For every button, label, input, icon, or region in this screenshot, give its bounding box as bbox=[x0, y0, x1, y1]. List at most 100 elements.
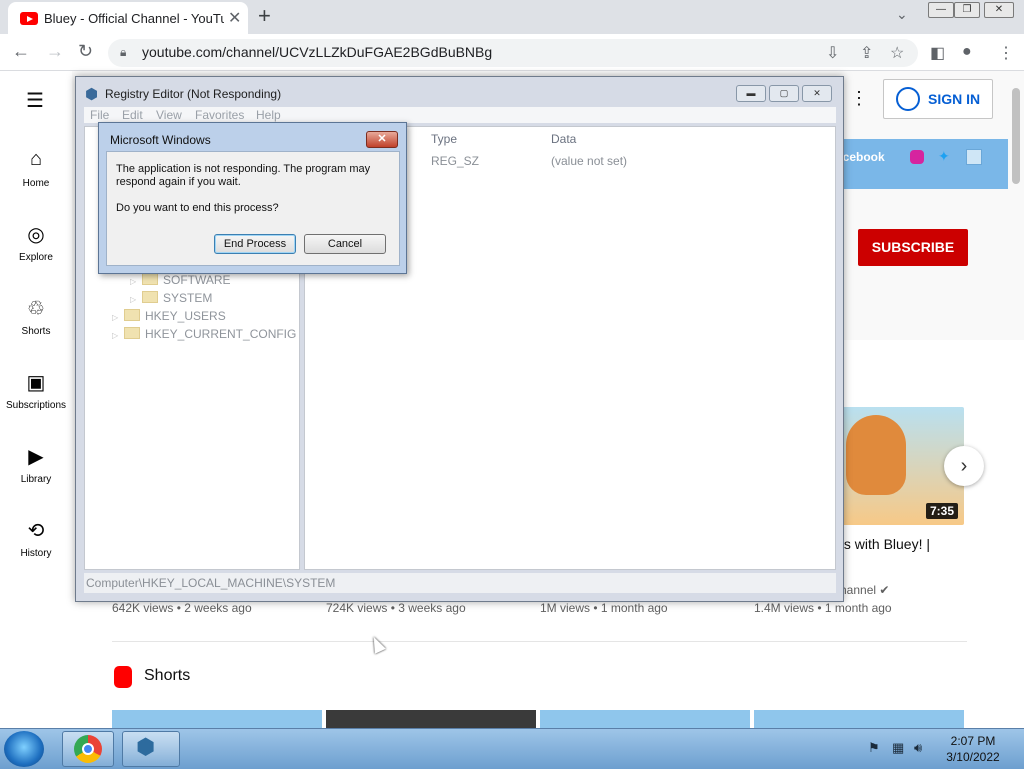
nav-home[interactable]: ⌂ Home bbox=[0, 148, 72, 189]
registry-close-button[interactable]: ✕ bbox=[802, 85, 832, 102]
nav-subscriptions[interactable]: ▣ Subscriptions bbox=[0, 370, 72, 411]
instagram-icon[interactable] bbox=[910, 150, 924, 164]
compass-icon: ◎ bbox=[27, 224, 45, 246]
value-data-cell[interactable]: (value not set) bbox=[551, 154, 627, 168]
dialog-question: Do you want to end this process? bbox=[116, 202, 279, 214]
menu-view[interactable]: View bbox=[156, 108, 182, 122]
restore-window-button[interactable]: ❐ bbox=[954, 2, 980, 18]
expand-arrow-icon[interactable]: ▷ bbox=[130, 295, 142, 304]
video-meta: 724K views • 3 weeks ago bbox=[326, 601, 466, 615]
twitter-icon[interactable]: ✦ bbox=[938, 148, 950, 165]
value-type-cell[interactable]: REG_SZ bbox=[431, 154, 479, 168]
page-scrollbar[interactable] bbox=[1012, 88, 1020, 184]
forward-arrow-icon[interactable]: → bbox=[46, 41, 64, 62]
account-icon bbox=[896, 87, 920, 111]
expand-arrow-icon[interactable]: ▷ bbox=[112, 313, 124, 322]
side-panel-icon[interactable]: ◧ bbox=[930, 43, 945, 63]
column-header-type[interactable]: Type bbox=[431, 132, 457, 146]
chrome-menu-icon[interactable]: ⋮ bbox=[998, 43, 1014, 63]
video-meta: 1.4M views • 1 month ago bbox=[754, 601, 892, 615]
tree-item-label: SOFTWARE bbox=[163, 273, 231, 287]
tree-item-hkey-users[interactable]: ▷ HKEY_USERS bbox=[112, 309, 226, 323]
tree-item-label: SYSTEM bbox=[163, 291, 213, 305]
tree-item-label: HKEY_USERS bbox=[145, 309, 226, 323]
nav-history[interactable]: ⟲ History bbox=[0, 518, 72, 559]
registry-minimize-button[interactable]: ▬ bbox=[736, 85, 766, 102]
url-text[interactable]: youtube.com/channel/UCVzLLZkDuFGAE2BGdBu… bbox=[142, 44, 492, 60]
nav-history-label: History bbox=[20, 548, 52, 559]
end-process-button[interactable]: End Process bbox=[214, 234, 296, 254]
clock-time: 2:07 PM bbox=[950, 734, 996, 748]
video-title[interactable]: ts with Bluey! | bbox=[840, 536, 930, 552]
sign-in-label: SIGN IN bbox=[928, 91, 981, 107]
tab-close-icon[interactable]: ✕ bbox=[228, 8, 241, 28]
cancel-button[interactable]: Cancel bbox=[304, 234, 386, 254]
menu-file[interactable]: File bbox=[90, 108, 109, 122]
tree-item-system[interactable]: ▷ SYSTEM bbox=[130, 291, 212, 305]
video-channel[interactable]: hannel ✔ bbox=[840, 583, 889, 597]
youtube-favicon-icon bbox=[20, 12, 38, 25]
menu-favorites[interactable]: Favorites bbox=[195, 108, 244, 122]
share-icon[interactable]: ⇪ bbox=[860, 43, 873, 63]
tree-item-label: HKEY_CURRENT_CONFIG bbox=[145, 327, 297, 341]
short-thumbnail[interactable] bbox=[112, 710, 322, 728]
nav-home-label: Home bbox=[22, 178, 50, 189]
lock-icon[interactable]: 🔒︎ bbox=[120, 45, 126, 60]
bluey-character-image bbox=[846, 415, 906, 495]
section-divider bbox=[112, 641, 967, 642]
sign-in-button[interactable]: SIGN IN bbox=[883, 79, 993, 119]
expand-arrow-icon[interactable]: ▷ bbox=[130, 277, 142, 286]
bookmark-star-icon[interactable]: ☆ bbox=[890, 43, 904, 63]
volume-icon[interactable]: 🔊︎ bbox=[914, 740, 922, 756]
start-button[interactable] bbox=[4, 731, 44, 767]
expand-arrow-icon[interactable]: ▷ bbox=[112, 331, 124, 340]
nav-subscriptions-label: Subscriptions bbox=[5, 400, 67, 411]
short-thumbnail[interactable] bbox=[754, 710, 964, 728]
shorts-logo-icon bbox=[114, 666, 132, 688]
subscribe-button[interactable]: SUBSCRIBE bbox=[858, 229, 968, 266]
dialog-title: Microsoft Windows bbox=[110, 133, 211, 147]
dialog-message: The application is not responding. The p… bbox=[116, 163, 371, 188]
hamburger-menu-icon[interactable]: ☰ bbox=[26, 88, 44, 113]
folder-icon bbox=[142, 273, 158, 285]
nav-library[interactable]: ▶ Library bbox=[0, 444, 72, 485]
tree-item-hkey-current-config[interactable]: ▷ HKEY_CURRENT_CONFIG bbox=[112, 327, 296, 341]
registry-status-path: Computer\HKEY_LOCAL_MACHINE\SYSTEM bbox=[86, 576, 336, 590]
menu-help[interactable]: Help bbox=[256, 108, 281, 122]
nav-library-label: Library bbox=[20, 474, 52, 485]
network-icon[interactable]: ▦ bbox=[892, 740, 904, 756]
nav-explore[interactable]: ◎ Explore bbox=[0, 222, 72, 263]
new-tab-button[interactable]: + bbox=[258, 3, 271, 29]
video-meta: 642K views • 2 weeks ago bbox=[112, 601, 252, 615]
home-icon: ⌂ bbox=[29, 148, 43, 170]
back-arrow-icon[interactable]: ← bbox=[12, 41, 30, 62]
dialog-close-button[interactable]: ✕ bbox=[366, 131, 398, 148]
regedit-icon: ⬢ bbox=[136, 734, 156, 759]
registry-maximize-button[interactable]: ▢ bbox=[769, 85, 799, 102]
library-icon: ▶ bbox=[28, 446, 44, 468]
website-icon[interactable] bbox=[966, 149, 982, 165]
action-center-flag-icon[interactable]: ⚑ bbox=[868, 740, 880, 756]
reload-icon[interactable]: ↻ bbox=[78, 41, 93, 62]
folder-icon bbox=[124, 309, 140, 321]
short-thumbnail[interactable] bbox=[540, 710, 750, 728]
folder-icon bbox=[124, 327, 140, 339]
tab-search-chevron-icon[interactable]: ⌄ bbox=[896, 6, 908, 23]
shorts-heading: Shorts bbox=[144, 667, 191, 684]
column-header-data[interactable]: Data bbox=[551, 132, 576, 146]
short-thumbnail[interactable] bbox=[326, 710, 536, 728]
profile-icon[interactable]: ● bbox=[962, 43, 972, 61]
close-window-button[interactable]: ✕ bbox=[984, 2, 1014, 18]
taskbar-clock[interactable]: 2:07 PM 3/10/2022 bbox=[940, 733, 1006, 765]
menu-edit[interactable]: Edit bbox=[122, 108, 143, 122]
nav-shorts[interactable]: ♲ Shorts bbox=[0, 296, 72, 337]
install-app-icon[interactable]: ⇩ bbox=[826, 43, 839, 63]
tree-item-software[interactable]: ▷ SOFTWARE bbox=[130, 273, 231, 287]
more-options-icon[interactable]: ⋮ bbox=[850, 88, 868, 109]
tab-title: Bluey - Official Channel - YouTube bbox=[44, 11, 224, 26]
carousel-next-arrow-icon[interactable]: › bbox=[944, 446, 984, 486]
history-icon: ⟲ bbox=[27, 520, 45, 542]
video-duration: 7:35 bbox=[926, 503, 959, 519]
minimize-window-button[interactable]: — bbox=[928, 2, 954, 18]
browser-tab[interactable]: Bluey - Official Channel - YouTube ✕ bbox=[8, 2, 248, 34]
